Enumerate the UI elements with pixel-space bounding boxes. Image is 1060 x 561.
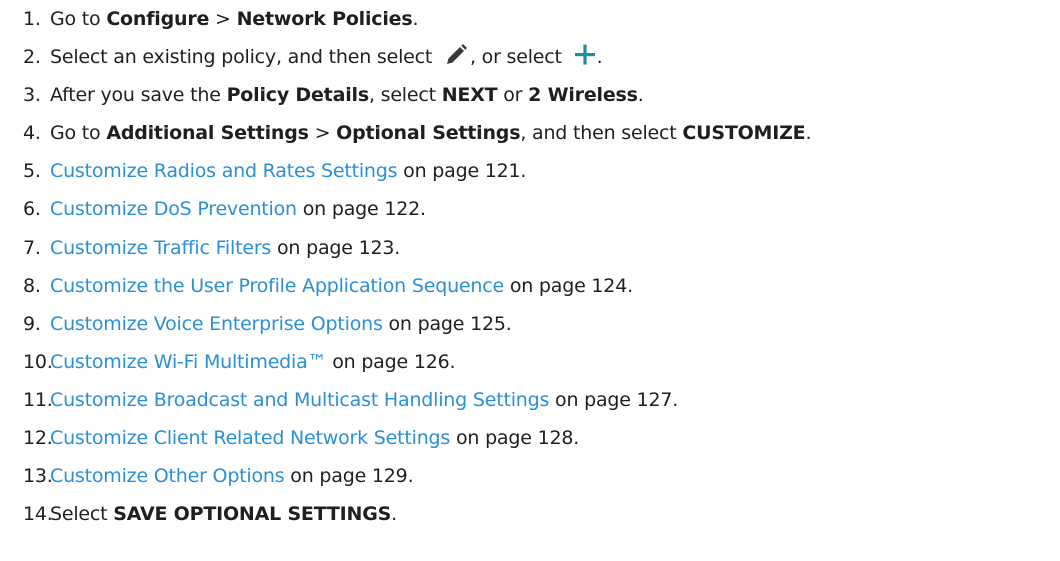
step-item: 6. Customize DoS Prevention on page 122. [0,190,1060,228]
text-run: . [805,122,812,145]
text-run: Select [50,503,114,526]
step-number: 4. [23,122,41,145]
text-run: on page 125. [382,312,512,335]
step-item: 5. Customize Radios and Rates Settings on… [0,152,1060,190]
step-text: Customize the User Profile Application S… [50,267,633,305]
cross-reference-link[interactable]: Customize the User Profile Application S… [50,275,504,297]
text-run: After you save the [50,84,227,107]
step-number: 14. [23,503,53,526]
step-item: 2. Select an existing policy, and then se… [0,38,1060,76]
step-number: 13. [23,465,53,488]
step-number: 6. [23,198,41,221]
text-run: , select [368,84,442,107]
text-run: on page 123. [271,236,401,259]
step-text: Customize Broadcast and Multicast Handli… [50,381,678,419]
bold-term: Network Policies [236,8,413,30]
text-run: on page 128. [450,427,580,450]
step-text: Customize Radios and Rates Settings on p… [50,152,526,190]
text-run: . [637,84,644,107]
step-text: Select SAVE OPTIONAL SETTINGS. [50,495,397,533]
text-run: on page 124. [503,274,633,297]
bold-term: CUSTOMIZE [682,122,806,145]
text-run: on page 127. [549,388,679,411]
step-item: 4. Go to Additional Settings > Optional S… [0,114,1060,152]
text-run: on page 126. [326,350,456,373]
step-number: 3. [23,84,41,107]
text-run: > [308,122,337,145]
step-item: 1. Go to Configure > Network Policies. [0,0,1060,38]
step-number: 2. [23,46,41,69]
cross-reference-link[interactable]: Customize Wi-Fi Multimedia™ [50,351,327,373]
step-text: Customize DoS Prevention on page 122. [50,190,426,228]
bold-term: Optional Settings [336,122,521,145]
bold-term: Additional Settings [106,122,309,145]
step-list: 1. Go to Configure > Network Policies. 2. S… [0,0,1060,533]
pencil-icon [444,41,468,79]
step-text: Customize Voice Enterprise Options on pa… [50,305,512,343]
bold-term: Policy Details [226,84,370,107]
step-item: 12. Customize Client Related Network Sett… [0,419,1060,457]
step-item: 11. Customize Broadcast and Multicast Han… [0,381,1060,419]
step-text: Select an existing policy, and then sele… [50,38,603,79]
step-text: Go to Additional Settings > Optional Set… [50,114,812,152]
bold-term: NEXT [441,84,498,107]
step-item: 8. Customize the User Profile Application… [0,267,1060,305]
text-run: or [497,84,529,107]
text-run: on page 121. [397,160,527,183]
step-text: After you save the Policy Details, selec… [50,76,644,114]
cross-reference-link[interactable]: Customize Voice Enterprise Options [50,313,383,335]
cross-reference-link[interactable]: Customize Client Related Network Setting… [50,427,450,449]
step-item: 9. Customize Voice Enterprise Options on … [0,305,1060,343]
step-item: 7. Customize Traffic Filters on page 123. [0,229,1060,267]
bold-term: 2 Wireless [528,84,638,107]
step-text: Go to Configure > Network Policies. [50,0,419,38]
step-text: Customize Other Options on page 129. [50,457,414,495]
bold-term: Configure [106,8,210,30]
step-number: 9. [23,312,41,335]
cross-reference-link[interactable]: Customize Radios and Rates Settings [50,160,398,182]
step-number: 5. [23,160,41,183]
text-run: on page 122. [296,198,426,221]
cross-reference-link[interactable]: Customize DoS Prevention [50,198,297,220]
text-run: on page 129. [284,465,414,488]
step-number: 8. [23,274,41,297]
step-number: 10. [23,350,53,373]
plus-icon [574,41,596,79]
text-run: , or select [469,46,568,69]
text-run: Select an existing policy, and then sele… [50,46,438,69]
bold-term: SAVE OPTIONAL SETTINGS [113,503,392,526]
cross-reference-link[interactable]: Customize Broadcast and Multicast Handli… [50,389,549,411]
step-text: Customize Client Related Network Setting… [50,419,579,457]
text-run: . [391,503,397,526]
text-run: . [412,8,419,30]
text-run: Go to [50,122,107,145]
text-run: > [209,8,237,30]
step-item: 10. Customize Wi-Fi Multimedia™ on page 1… [0,343,1060,381]
text-run: , and then select [520,122,683,145]
step-item: 13. Customize Other Options on page 129. [0,457,1060,495]
step-number: 11. [23,388,53,411]
step-text: Customize Wi-Fi Multimedia™ on page 126. [50,343,456,381]
step-number: 7. [23,236,41,259]
step-item: 14. Select SAVE OPTIONAL SETTINGS. [0,495,1060,533]
cross-reference-link[interactable]: Customize Other Options [50,465,285,487]
step-number: 1. [23,8,41,30]
text-run: . [596,46,603,69]
step-text: Customize Traffic Filters on page 123. [50,229,400,267]
step-number: 12. [23,427,53,450]
step-item: 3. After you save the Policy Details, sel… [0,76,1060,114]
cross-reference-link[interactable]: Customize Traffic Filters [50,237,271,259]
text-run: Go to [50,8,107,30]
